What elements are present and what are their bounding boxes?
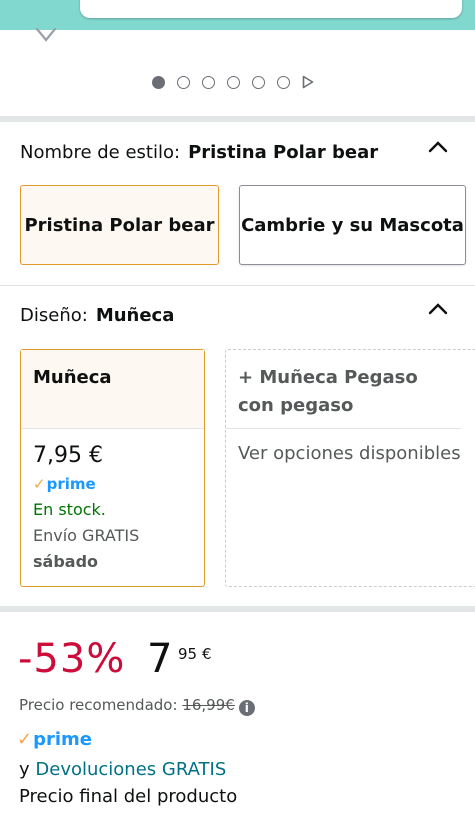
price-currency: €: [202, 645, 212, 663]
design-selected-value: Muñeca: [95, 305, 175, 326]
returns-line: y Devoluciones GRATIS: [19, 759, 226, 780]
design-option-muneca[interactable]: Muñeca 7,95 € ✓prime En stock. Envío GRA…: [20, 349, 205, 587]
prime-badge: ✓prime: [33, 475, 96, 493]
design-row-header: Diseño: Muñeca: [20, 305, 174, 326]
prime-label: prime: [33, 729, 92, 750]
prime-check-icon: ✓: [17, 729, 33, 750]
design-option-price: 7,95 €: [33, 443, 103, 468]
search-bar[interactable]: [80, 0, 462, 18]
style-row-header: Nombre de estilo: Pristina Polar bear: [20, 142, 378, 163]
play-icon[interactable]: [302, 75, 314, 89]
carousel-dot[interactable]: [252, 75, 265, 89]
style-option-cambrie[interactable]: Cambrie y su Mascota: [239, 185, 466, 265]
design-option-muneca-pegaso[interactable]: + Muñeca Pegaso con pegaso Ver opciones …: [225, 349, 475, 587]
price-fraction: 95: [178, 645, 198, 663]
rrp-label: Precio recomendado:: [19, 696, 178, 714]
carousel-dot[interactable]: [202, 75, 215, 89]
chevron-down-icon[interactable]: [35, 26, 57, 44]
style-selected-value: Pristina Polar bear: [188, 142, 379, 163]
free-returns-link[interactable]: Devoluciones GRATIS: [35, 759, 226, 780]
carousel-dots: [152, 74, 314, 90]
delivery-day: sábado: [33, 552, 99, 571]
carousel-dot[interactable]: [277, 75, 290, 89]
prime-label: prime: [46, 475, 96, 493]
carousel-dot[interactable]: [227, 75, 240, 89]
style-option-label: Pristina Polar bear: [24, 214, 215, 236]
see-options-link[interactable]: Ver opciones disponibles: [238, 443, 461, 464]
stock-status: En stock.: [33, 500, 106, 519]
shipping-info: Envío GRATIS: [33, 526, 140, 545]
carousel-dot[interactable]: [152, 75, 165, 89]
style-option-label: Cambrie y su Mascota: [241, 214, 464, 236]
price-whole: 7: [147, 636, 173, 682]
collapse-caret-icon[interactable]: [428, 140, 448, 154]
collapse-caret-icon[interactable]: [428, 302, 448, 316]
section-divider: [0, 606, 475, 612]
discount-percent: -53%: [18, 636, 126, 682]
rrp-value: 16,99€: [182, 696, 235, 714]
info-icon[interactable]: i: [238, 700, 255, 716]
divider: [0, 285, 475, 286]
final-price-text: Precio final del producto: [19, 786, 238, 807]
carousel-dot[interactable]: [177, 75, 190, 89]
design-label: Diseño:: [20, 305, 88, 326]
recommended-price: Precio recomendado: 16,99€ i: [19, 696, 255, 716]
prime-check-icon: ✓: [33, 475, 46, 493]
section-divider: [0, 116, 475, 122]
design-option-title: + Muñeca Pegaso con pegaso: [226, 350, 461, 429]
design-option-title: Muñeca: [21, 350, 204, 429]
prime-badge: ✓prime: [17, 729, 92, 750]
style-label: Nombre de estilo:: [20, 142, 181, 163]
returns-prefix: y: [19, 759, 30, 780]
style-option-pristina-polar-bear[interactable]: Pristina Polar bear: [20, 185, 219, 265]
